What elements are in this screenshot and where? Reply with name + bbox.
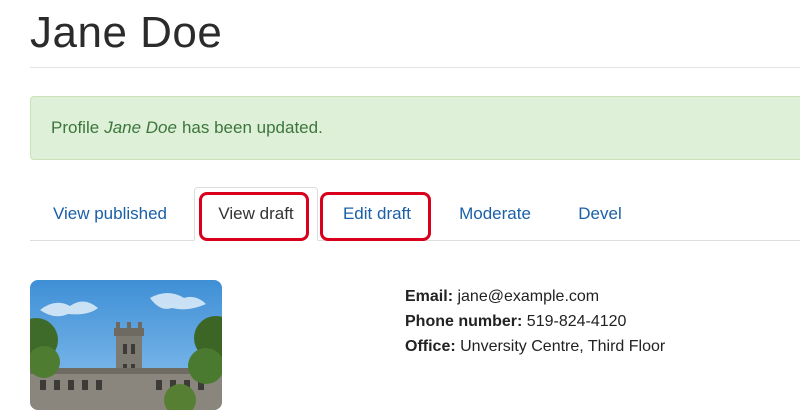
office-label: Office:	[405, 338, 456, 355]
tab-label: View draft	[218, 204, 294, 223]
tab-view-published[interactable]: View published	[30, 187, 190, 240]
contact-info: Email: jane@example.com Phone number: 51…	[405, 284, 665, 359]
tab-label: Edit draft	[342, 203, 412, 223]
page-title: Jane Doe	[30, 8, 223, 57]
status-message-profile-name: Jane Doe	[104, 118, 177, 137]
email-value: jane@example.com	[457, 288, 600, 305]
email-label: Email:	[405, 288, 454, 305]
office-value: Unversity Centre, Third Floor	[460, 338, 666, 355]
status-message-prefix: Profile	[51, 118, 100, 137]
phone-value: 519-824-4120	[526, 313, 627, 330]
office-row: Office: Unversity Centre, Third Floor	[405, 334, 665, 359]
phone-row: Phone number: 519-824-4120	[405, 309, 665, 334]
status-message-suffix: has been updated.	[181, 118, 323, 137]
tab-devel[interactable]: Devel	[560, 187, 640, 240]
tab-label: Devel	[578, 203, 622, 223]
profile-tabs: View published View draft Edit draft Mod…	[30, 187, 800, 241]
status-message: Profile Jane Doe has been updated.	[30, 96, 800, 160]
tab-label: Moderate	[459, 203, 531, 223]
building-photo-icon	[30, 280, 222, 410]
email-row: Email: jane@example.com	[405, 284, 665, 309]
tab-moderate[interactable]: Moderate	[440, 187, 550, 240]
profile-photo	[30, 280, 222, 410]
tab-edit-draft[interactable]: Edit draft	[322, 187, 432, 240]
title-divider	[30, 67, 800, 68]
tab-label: View published	[52, 203, 168, 223]
tab-view-draft[interactable]: View draft	[194, 187, 318, 241]
phone-label: Phone number:	[405, 313, 523, 330]
